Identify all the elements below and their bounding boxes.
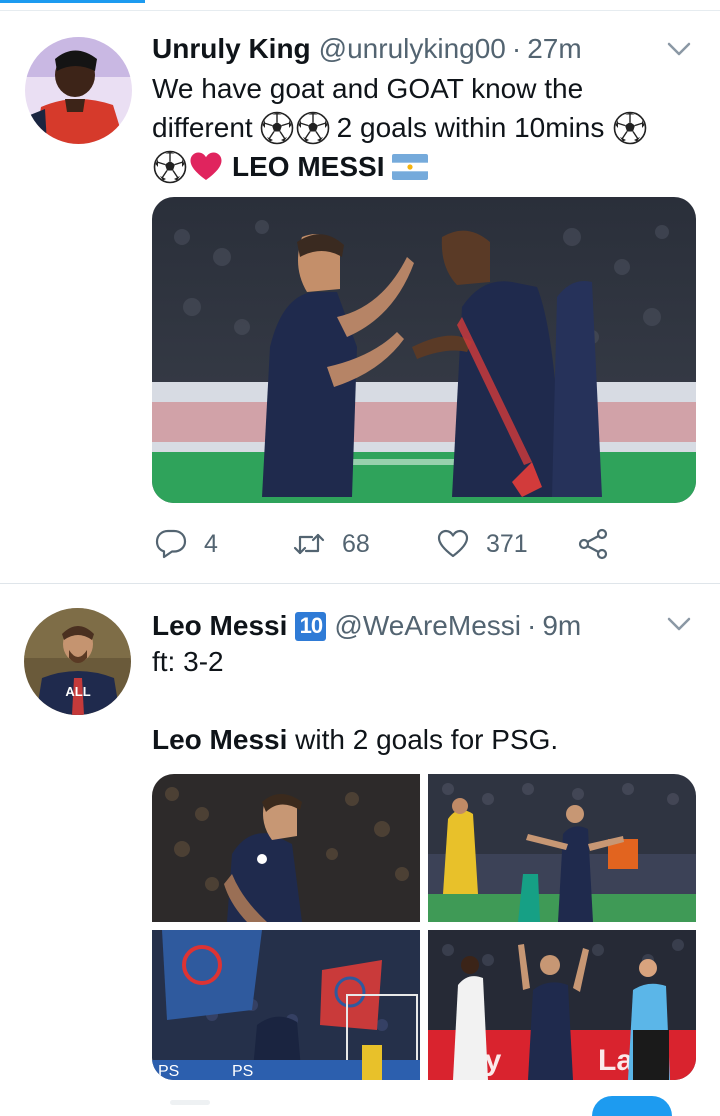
tweet-text-bold: LEO MESSI — [232, 151, 385, 182]
retweet-icon — [293, 533, 325, 555]
svg-text:ALL: ALL — [65, 684, 90, 699]
tweet-actions: 4 68 371 — [152, 521, 622, 567]
author-handle[interactable]: @WeAreMessi — [334, 610, 521, 642]
tweet-photo[interactable] — [152, 197, 696, 503]
argentina-flag-icon — [392, 153, 429, 180]
tweet-text-line: We have goat and GOAT know the — [152, 73, 584, 104]
svg-text:La: La — [598, 1044, 633, 1077]
tweet-photo[interactable]: PS PS — [152, 930, 420, 1080]
tweet[interactable]: Unruly King @unrulyking00 · 27m We have … — [0, 11, 720, 583]
chevron-down-icon[interactable] — [665, 39, 693, 59]
tweet-text-line: 2 goals within 10mins — [336, 112, 605, 143]
soccer-ball-icon — [614, 111, 647, 144]
tweet-text-line: ft: 3-2 — [152, 646, 224, 677]
tweet[interactable]: ALL Leo Messi 10 @WeAreMessi · 9m ft: 3-… — [0, 584, 720, 1105]
share-button[interactable] — [576, 527, 610, 561]
svg-text:PS: PS — [158, 1063, 179, 1080]
author-name[interactable]: Unruly King — [152, 33, 311, 65]
tweet-text-line: different — [152, 112, 253, 143]
tweet-text-rest: with 2 goals for PSG. — [287, 724, 559, 755]
tweet-text: We have goat and GOAT know the different… — [152, 69, 697, 186]
avatar[interactable]: ALL — [24, 608, 131, 715]
reply-button[interactable]: 4 — [154, 527, 218, 561]
soccer-ball-icon — [153, 150, 187, 183]
scroll-hint — [170, 1100, 210, 1105]
photo-grid: PS PS ay La — [152, 774, 696, 1080]
tweet-photo[interactable] — [152, 774, 420, 922]
soccer-ball-icon — [260, 111, 293, 144]
soccer-ball-icon — [296, 111, 329, 144]
red-heart-icon — [190, 152, 222, 180]
tweet-text-bold: Leo Messi — [152, 724, 288, 755]
top-tab-indicator — [0, 0, 145, 3]
timestamp[interactable]: 27m — [527, 33, 581, 65]
tweet-header: Leo Messi 10 @WeAreMessi · 9m — [152, 606, 581, 646]
like-button[interactable]: 371 — [436, 527, 528, 561]
keycap-ten-badge: 10 — [295, 611, 327, 641]
retweet-count: 68 — [342, 529, 370, 558]
tweet-header: Unruly King @unrulyking00 · 27m — [152, 29, 582, 69]
author-name[interactable]: Leo Messi — [152, 610, 287, 642]
compose-fab-button[interactable] — [592, 1096, 672, 1116]
reply-icon — [155, 529, 187, 559]
like-count: 371 — [486, 529, 528, 558]
separator: · — [527, 610, 537, 641]
tweet-text-line: Leo Messi with 2 goals for PSG. — [152, 724, 558, 756]
tweet-photo[interactable]: ay La — [428, 930, 696, 1080]
separator: · — [511, 33, 522, 64]
author-handle[interactable]: @unrulyking00 — [319, 33, 506, 65]
svg-text:PS: PS — [232, 1063, 253, 1080]
retweet-button[interactable]: 68 — [292, 527, 370, 561]
share-icon — [578, 528, 608, 560]
heart-outline-icon — [437, 529, 469, 558]
reply-count: 4 — [204, 529, 218, 558]
avatar[interactable] — [25, 37, 132, 144]
tweet-photo[interactable] — [428, 774, 696, 922]
chevron-down-icon[interactable] — [665, 614, 693, 634]
timestamp[interactable]: 9m — [542, 610, 581, 642]
